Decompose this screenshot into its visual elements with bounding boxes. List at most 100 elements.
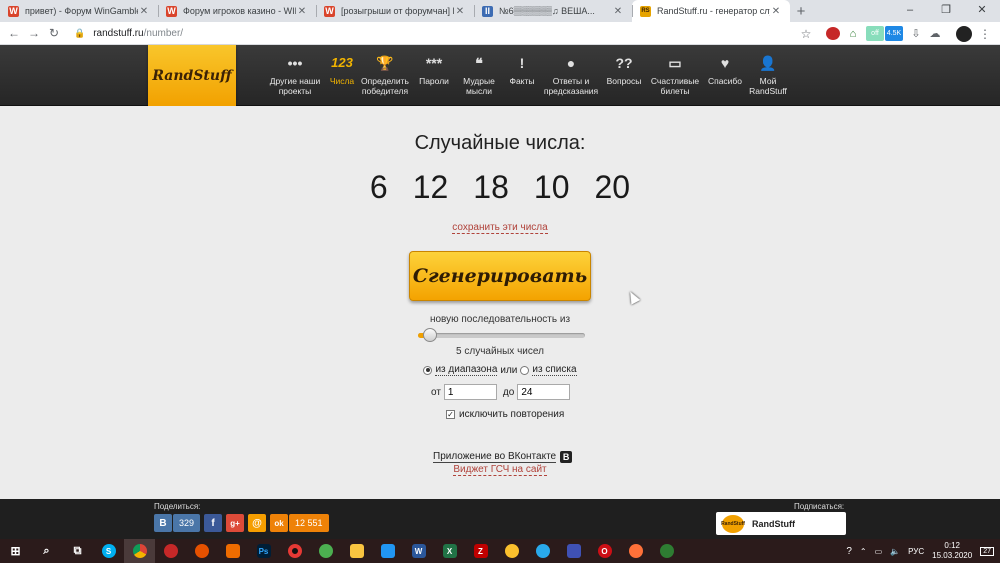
nav-item[interactable]: ❝ Мудрые мысли <box>454 45 504 106</box>
bookmark-star-icon[interactable]: ☆ <box>799 26 813 41</box>
range-mode-label[interactable]: из диапазона <box>435 364 498 376</box>
new-tab-button[interactable]: + <box>790 0 812 22</box>
taskbar-app[interactable]: X <box>434 539 465 563</box>
nav-item[interactable]: ♥ Спасибо <box>704 45 746 106</box>
exclude-repeats-label[interactable]: исключить повторения <box>459 409 564 420</box>
browser-tab[interactable]: W Форум игроков казино - WING... ✕ <box>158 0 316 22</box>
count-slider[interactable] <box>418 328 585 342</box>
list-mode-radio[interactable] <box>520 365 530 375</box>
nav-item[interactable]: ▭ Счастливые билеты <box>646 45 704 106</box>
page-title: Случайные числа: <box>414 132 586 154</box>
from-input[interactable] <box>443 384 497 400</box>
random-numbers: 6 12 18 10 20 <box>0 169 1000 206</box>
taskbar-app[interactable] <box>186 539 217 563</box>
taskbar-app[interactable]: O <box>589 539 620 563</box>
cloud-icon[interactable]: ☁ <box>928 26 942 41</box>
chevron-up-icon[interactable]: ⌃ <box>860 547 867 556</box>
nav-item[interactable]: ● Ответы и предсказания <box>540 45 602 106</box>
clock[interactable]: 0:12 15.03.2020 <box>932 541 972 561</box>
nav-item[interactable]: ••• Другие наши проекты <box>262 45 328 106</box>
taskbar-app[interactable]: W <box>403 539 434 563</box>
tab-close-icon[interactable]: ✕ <box>138 6 150 17</box>
volume-icon[interactable]: 🔈 <box>890 547 900 556</box>
taskbar-app[interactable] <box>217 539 248 563</box>
taskbar-app[interactable] <box>558 539 589 563</box>
start-button[interactable]: ⊞ <box>0 539 31 563</box>
forward-icon[interactable]: → <box>24 26 44 40</box>
network-icon[interactable]: ▭ <box>875 547 883 556</box>
taskbar-app[interactable] <box>372 539 403 563</box>
menu-icon[interactable]: ⋮ <box>979 26 991 41</box>
nav-item[interactable]: ?? Вопросы <box>602 45 646 106</box>
language-indicator[interactable]: РУС <box>908 547 924 556</box>
photoshop-icon: Ps <box>256 544 271 558</box>
random-number: 6 <box>369 169 388 205</box>
reload-icon[interactable]: ↻ <box>44 26 64 40</box>
back-icon[interactable]: ← <box>4 26 24 40</box>
minimize-button[interactable]: – <box>892 0 928 22</box>
nav-item[interactable]: *** Пароли <box>414 45 454 106</box>
mouse-cursor-icon <box>625 289 641 305</box>
taskbar-app[interactable] <box>620 539 651 563</box>
taskbar-app-chrome[interactable] <box>124 539 155 563</box>
nav-item-label: Ответы и предсказания <box>543 76 599 96</box>
widget-link[interactable]: Виджет ГСЧ на сайт <box>453 464 547 476</box>
taskbar-app[interactable]: Ps <box>248 539 279 563</box>
tab-close-icon[interactable]: ✕ <box>454 6 466 17</box>
nav-item[interactable]: 🏆 Определить победителя <box>356 45 414 106</box>
taskbar-app[interactable] <box>496 539 527 563</box>
vk-app-link[interactable]: Приложение во ВКонтакте <box>433 451 557 463</box>
notifications-icon[interactable]: 27 <box>980 546 994 556</box>
taskbar-app[interactable] <box>279 539 310 563</box>
extension-badge-count[interactable]: 4.5K <box>885 26 903 41</box>
maximize-button[interactable]: ❐ <box>928 0 964 22</box>
nav-item[interactable]: 👤 Мой RandStuff <box>746 45 790 106</box>
search-button[interactable]: ⌕ <box>31 539 62 563</box>
tab-close-icon[interactable]: ✕ <box>612 6 624 17</box>
slider-thumb[interactable] <box>423 328 437 342</box>
taskbar-app[interactable]: S <box>93 539 124 563</box>
subscribe-widget[interactable]: RandStuff RandStuff <box>716 512 846 535</box>
task-view-button[interactable]: ⧉ <box>62 539 93 563</box>
range-mode-radio[interactable] <box>423 365 433 375</box>
taskbar-app[interactable] <box>310 539 341 563</box>
extension-badge-off[interactable]: off <box>866 26 884 41</box>
nav-item[interactable]: 123 Числа <box>328 45 356 106</box>
nav-item[interactable]: ! Факты <box>504 45 540 106</box>
taskbar-app[interactable]: Z <box>465 539 496 563</box>
extension-icon[interactable]: ⌂ <box>846 26 860 41</box>
help-icon[interactable]: ? <box>846 546 852 557</box>
taskbar-app[interactable] <box>651 539 682 563</box>
app-icon <box>225 544 240 558</box>
subscribe-label: Подписаться: <box>794 502 845 511</box>
list-mode-label[interactable]: из списка <box>532 364 577 376</box>
profile-avatar[interactable] <box>956 26 972 42</box>
generate-button[interactable]: Сгенерировать <box>409 251 591 301</box>
browser-tab[interactable]: W привет) - Форум WinGamble ✕ <box>0 0 158 22</box>
tab-close-icon[interactable]: ✕ <box>770 6 782 17</box>
vk-share-icon[interactable]: B <box>154 514 172 532</box>
to-input[interactable] <box>517 384 571 400</box>
save-numbers-link[interactable]: сохранить эти числа <box>452 222 548 234</box>
firefox-icon <box>628 544 643 558</box>
googleplus-share-icon[interactable]: g+ <box>226 514 245 532</box>
url-field[interactable]: 🔒 randstuff.ru/number/ <box>74 28 814 39</box>
mailru-share-icon[interactable]: @ <box>248 514 267 532</box>
browser-tab-active[interactable]: RS RandStuff.ru - генератор случай... ✕ <box>632 0 790 22</box>
browser-tab[interactable]: W [розыгрыши от форумчан] Роз... ✕ <box>316 0 474 22</box>
site-logo[interactable]: RandStuff <box>148 45 236 106</box>
exclude-repeats-checkbox[interactable]: ✓ <box>446 410 455 419</box>
extension-icon[interactable]: ⇩ <box>910 26 922 41</box>
browser-tab[interactable]: II №6▒▒▒▒▒▒♫ ВЕША... ✕ <box>474 0 632 22</box>
odnoklassniki-share-icon[interactable]: ok <box>270 514 289 532</box>
close-window-button[interactable]: ✕ <box>964 0 1000 22</box>
taskbar-app[interactable] <box>527 539 558 563</box>
taskbar-app[interactable] <box>155 539 186 563</box>
taskbar-app[interactable] <box>341 539 372 563</box>
numbers-icon: 123 <box>331 55 353 70</box>
tab-title: Форум игроков казино - WING... <box>183 6 296 16</box>
tab-title: RandStuff.ru - генератор случай... <box>657 6 770 16</box>
facebook-share-icon[interactable]: f <box>204 514 223 532</box>
extension-icon[interactable] <box>826 27 840 40</box>
tab-close-icon[interactable]: ✕ <box>296 6 308 17</box>
